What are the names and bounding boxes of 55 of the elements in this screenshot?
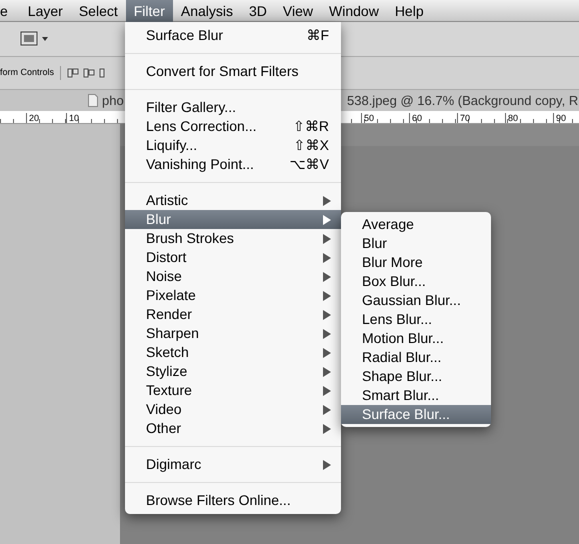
menu-item[interactable]: Digimarc (125, 455, 341, 474)
menu-item[interactable]: Blur More (341, 253, 491, 272)
shortcut-label: ⌘F (306, 26, 330, 45)
menu-item[interactable]: Noise (125, 267, 341, 286)
menu-item[interactable]: Smart Blur... (341, 386, 491, 405)
menu-bar-item[interactable]: Window (321, 0, 387, 22)
ruler-label: 50 (361, 113, 387, 123)
shortcut-label: ⇧⌘R (292, 117, 330, 136)
screen-mode-icon[interactable] (20, 31, 50, 47)
menu-item[interactable]: Radial Blur... (341, 348, 491, 367)
menu-item[interactable]: Sharpen (125, 324, 341, 343)
menu-item[interactable]: Stylize (125, 362, 341, 381)
menu-item[interactable]: Artistic (125, 191, 341, 210)
menu-bar-item[interactable]: 3D (241, 0, 275, 22)
menu-item[interactable]: Surface Blur... (341, 405, 491, 424)
menu-item[interactable]: Box Blur... (341, 272, 491, 291)
menu-item[interactable]: Vanishing Point... ⌥⌘V (125, 155, 341, 174)
menu-item[interactable]: Liquify... ⇧⌘X (125, 136, 341, 155)
menu-item[interactable]: Distort (125, 248, 341, 267)
option-label: form Controls (0, 66, 62, 80)
menu-bar-item[interactable]: Analysis (172, 0, 242, 22)
document-icon (88, 94, 98, 107)
menu-item[interactable]: Motion Blur... (341, 329, 491, 348)
menu-bar-item[interactable]: Filter (126, 0, 173, 22)
ruler-label: 60 (409, 113, 435, 123)
ruler-label: 90 (553, 113, 579, 123)
menu-item[interactable]: Brush Strokes (125, 229, 341, 248)
menu-item[interactable]: Pixelate (125, 286, 341, 305)
menu-item[interactable]: Gaussian Blur... (341, 291, 491, 310)
menu-bar-item[interactable]: Layer (20, 0, 71, 22)
menu-item[interactable]: Average (341, 215, 491, 234)
menu-item[interactable]: Lens Correction... ⇧⌘R (125, 117, 341, 136)
menu-bar-item[interactable]: e (0, 0, 16, 22)
ruler-label: 70 (457, 113, 483, 123)
ruler-label: 20 (26, 113, 52, 123)
menu-item[interactable]: Lens Blur... (341, 310, 491, 329)
menu-item[interactable]: Video (125, 400, 341, 419)
menu-bar-item[interactable]: Help (386, 0, 432, 22)
menu-item[interactable]: Surface Blur ⌘F (125, 26, 341, 45)
menu-bar-item[interactable]: Select (70, 0, 126, 22)
menu-item[interactable]: Browse Filters Online... (125, 491, 341, 510)
ruler-label: 80 (505, 113, 531, 123)
document-tab-title[interactable]: 538.jpeg @ 16.7% (Background copy, R (347, 90, 578, 110)
menu-item[interactable]: Blur (341, 234, 491, 253)
menu-item[interactable]: Convert for Smart Filters (125, 62, 341, 81)
ruler-label: 10 (66, 113, 92, 123)
shortcut-label: ⌥⌘V (290, 155, 330, 174)
menu-item[interactable]: Blur (125, 210, 341, 229)
menu-bar-item[interactable]: View (274, 0, 322, 22)
menu-item[interactable]: Other (125, 419, 341, 438)
menu-item[interactable]: Sketch (125, 343, 341, 362)
menu-item[interactable]: Texture (125, 381, 341, 400)
shortcut-label: ⇧⌘X (294, 136, 330, 155)
menu-item[interactable]: Shape Blur... (341, 367, 491, 386)
menu-item[interactable]: Render (125, 305, 341, 324)
